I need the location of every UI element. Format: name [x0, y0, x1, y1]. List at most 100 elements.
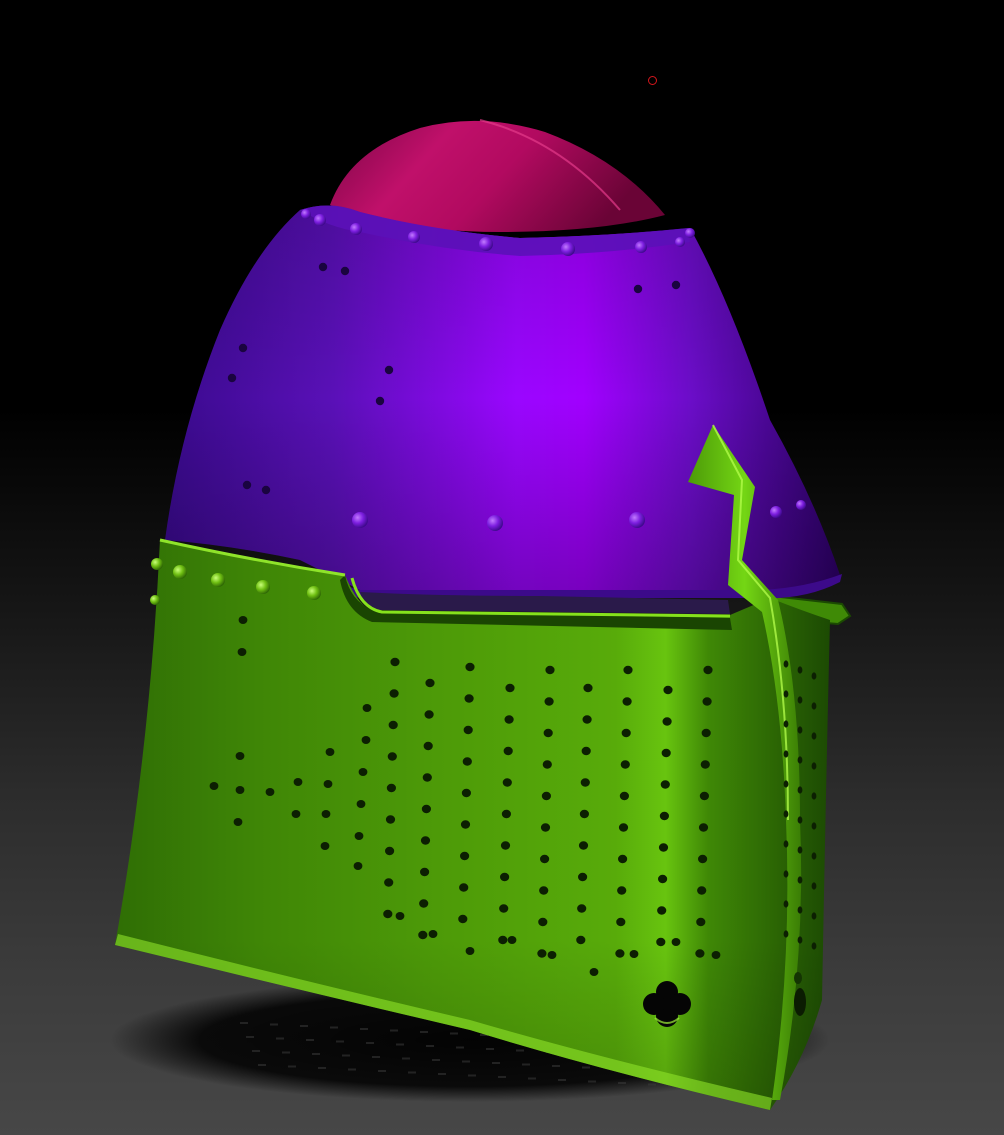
breath-hole [291, 810, 301, 818]
breath-hole [361, 736, 371, 744]
shadow-hole [468, 1074, 476, 1077]
breath-hole [537, 949, 547, 958]
shadow-hole [372, 1056, 380, 1058]
shadow-hole [522, 1063, 530, 1066]
shadow-hole [318, 1067, 326, 1069]
skull-rivet [635, 241, 647, 253]
breath-hole [797, 876, 803, 884]
breath-hole [323, 780, 333, 788]
breath-hole [578, 872, 588, 882]
breath-hole [419, 899, 429, 908]
brush-cursor-circle-icon [648, 76, 657, 85]
shadow-hole [516, 1049, 524, 1052]
breath-hole [465, 947, 475, 955]
breath-hole [662, 717, 672, 726]
breath-hole [797, 846, 803, 854]
breath-hole [582, 715, 592, 724]
breath-hole [663, 685, 673, 695]
breath-hole [389, 689, 399, 698]
shadow-hole [240, 1022, 248, 1024]
skull-hole [238, 343, 248, 353]
breath-hole [425, 678, 435, 688]
skull-rivet [675, 237, 685, 247]
breath-hole [783, 660, 789, 668]
shadow-hole [558, 1079, 566, 1081]
helmet-render [110, 119, 852, 1110]
shadow-hole [348, 1068, 356, 1071]
3d-viewport[interactable] [0, 0, 1004, 1135]
breath-hole [701, 728, 711, 738]
breath-hole [623, 665, 633, 675]
shadow-hole [276, 1037, 284, 1040]
shadow-hole [300, 1025, 308, 1027]
breath-hole [498, 935, 508, 945]
skull-hole [671, 280, 681, 290]
breath-hole [659, 811, 670, 821]
breath-hole [671, 938, 681, 946]
shadow-hole [648, 1083, 656, 1086]
breath-hole [504, 715, 514, 724]
breath-hole [656, 937, 666, 947]
skull-rivet [487, 515, 503, 531]
breath-hole [209, 782, 219, 790]
skull-rivet [301, 209, 311, 219]
shadow-hole [246, 1036, 254, 1038]
shadow-hole [426, 1045, 434, 1047]
breath-hole [387, 752, 397, 761]
shadow-hole [342, 1054, 350, 1057]
shadow-hole [270, 1023, 278, 1026]
breath-hole [384, 878, 394, 887]
breath-hole [617, 886, 627, 895]
breath-hole [657, 906, 667, 915]
face-rivet [173, 565, 187, 579]
breath-hole [698, 854, 708, 864]
breath-hole [543, 728, 553, 738]
breath-hole [395, 912, 405, 920]
breath-hole [580, 778, 590, 787]
shadow-hole [402, 1057, 410, 1060]
breath-hole [354, 832, 364, 840]
breath-hole [618, 823, 629, 832]
breath-hole [783, 720, 789, 728]
breath-hole [811, 852, 817, 860]
breath-hole [460, 820, 471, 829]
breath-hole [356, 800, 366, 808]
shadow-hole [618, 1082, 626, 1084]
skull-hole [384, 365, 394, 375]
breath-hole [464, 694, 474, 703]
breath-hole [618, 854, 628, 864]
skull-hole [375, 396, 385, 406]
breath-hole [421, 804, 431, 814]
face-rivet [256, 580, 270, 594]
breath-hole [700, 760, 710, 769]
skull-rivet [408, 231, 420, 243]
shadow-hole [498, 1076, 506, 1078]
breath-hole [811, 912, 817, 920]
shadow-hole [252, 1050, 260, 1052]
face-rivet [211, 573, 225, 587]
breath-hole [697, 886, 707, 895]
shadow-hole [360, 1028, 368, 1030]
breath-hole [797, 756, 803, 764]
breath-hole [460, 851, 470, 861]
breath-hole [811, 762, 817, 770]
breath-hole [581, 746, 591, 756]
breath-hole [797, 816, 803, 824]
shadow-hole [282, 1051, 290, 1054]
breath-hole [783, 930, 789, 938]
shadow-hole [582, 1066, 590, 1069]
skull-rivet [479, 237, 493, 251]
breath-hole [811, 732, 817, 740]
breath-hole [615, 949, 625, 958]
shadow-hole [552, 1065, 560, 1067]
breath-hole [428, 930, 438, 938]
breath-hole [500, 872, 510, 882]
skull-hole [340, 266, 350, 276]
dome-cap [330, 120, 665, 232]
breath-hole [238, 616, 248, 624]
breath-hole [237, 648, 247, 656]
skull-rivet [685, 228, 695, 238]
breath-hole [500, 841, 511, 850]
breath-hole [811, 942, 817, 950]
breath-hole [547, 951, 557, 959]
